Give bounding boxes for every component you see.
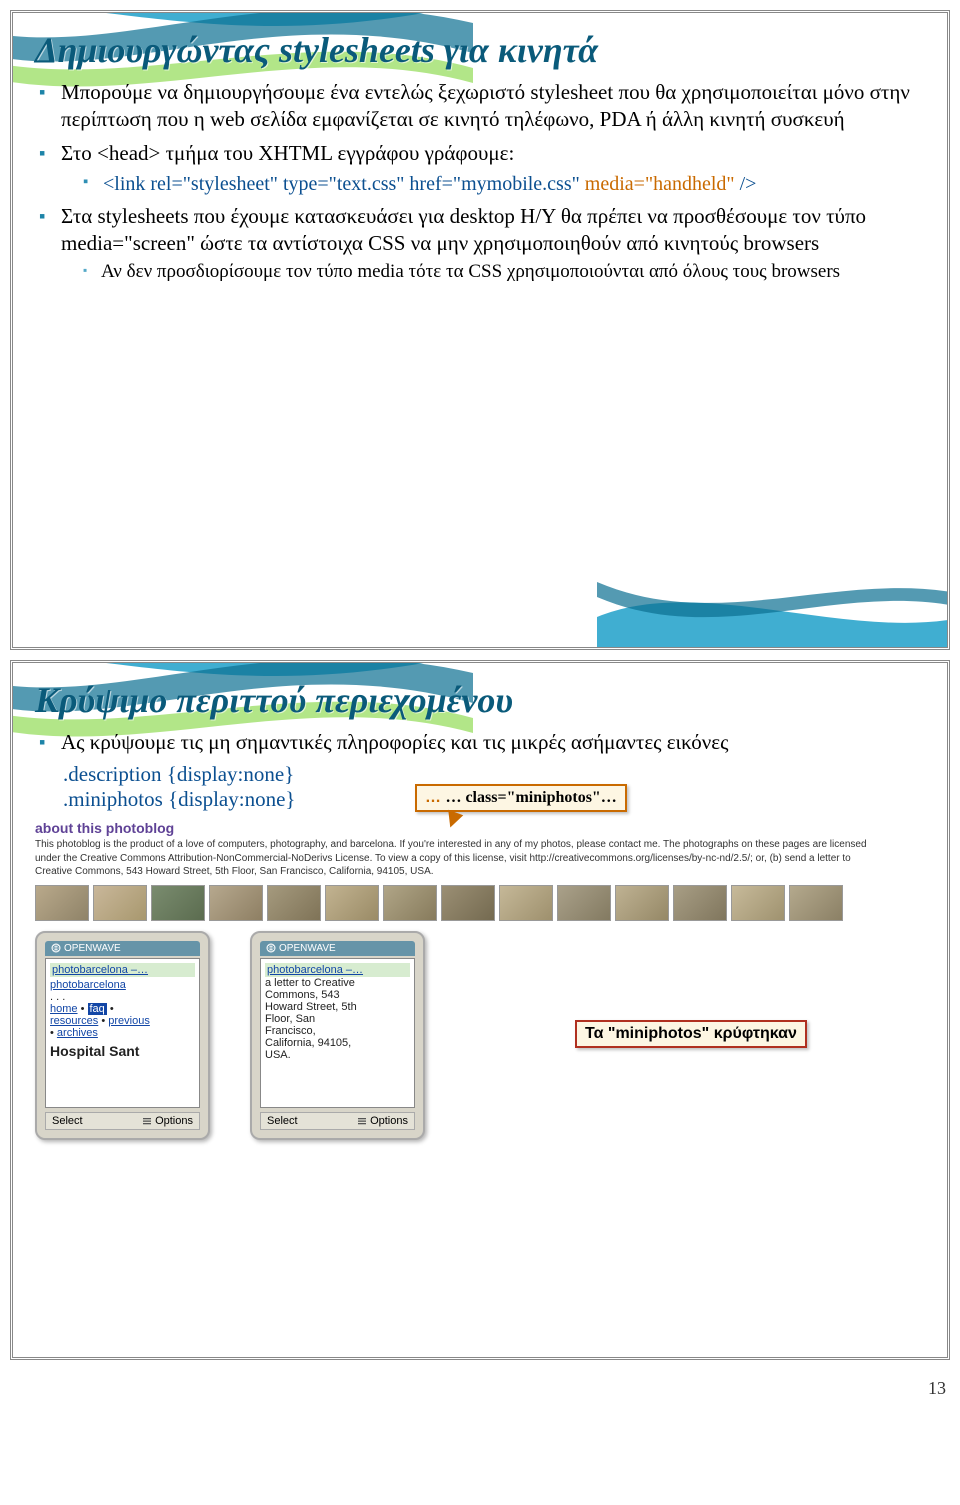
- screen-title: photobarcelona –…: [52, 964, 148, 976]
- thumbnail: [93, 885, 147, 921]
- menu-icon: [142, 1116, 152, 1126]
- screen-text: California, 94105,: [265, 1037, 410, 1049]
- thumbnail: [499, 885, 553, 921]
- phone-softkeys: Select Options: [260, 1112, 415, 1130]
- screen-title: photobarcelona –…: [267, 964, 363, 976]
- screen-text: a letter to Creative: [265, 977, 410, 989]
- bullet-text: Μπορούμε να δημιουργήσουμε ένα εντελώς ξ…: [61, 80, 910, 132]
- bullet: Μπορούμε να δημιουργήσουμε ένα εντελώς ξ…: [39, 79, 925, 134]
- nav-link: archives: [57, 1027, 98, 1039]
- callout-text: … class="miniphotos"…: [445, 789, 616, 806]
- screen-text: USA.: [265, 1049, 410, 1061]
- bullet-text: Στο <head> τμήμα του XHTML εγγράφου γράφ…: [61, 141, 514, 165]
- miniphotos-row: [35, 885, 925, 921]
- thumbnail: [209, 885, 263, 921]
- brand-label: OPENWAVE: [64, 943, 121, 954]
- code-highlight: media="handheld": [585, 173, 735, 195]
- slide-1: Δημιουργώντας stylesheets για κινητά Μπο…: [10, 10, 950, 650]
- callout-miniphotos-class: … … class="miniphotos"…: [415, 784, 627, 812]
- thumbnail: [383, 885, 437, 921]
- bullet: Ας κρύψουμε τις μη σημαντικές πληροφορίε…: [39, 729, 925, 757]
- about-header: about this photoblog: [35, 820, 925, 836]
- sub-bullet: <link rel="stylesheet" type="text.css" h…: [83, 171, 925, 197]
- code-line: />: [735, 173, 757, 195]
- screen-heading: Hospital Sant: [50, 1043, 195, 1059]
- slide-title: Κρύψιμο περιττού περιεχομένου: [35, 681, 925, 721]
- nav-link: home: [50, 1003, 78, 1015]
- screenshot-mock: about this photoblog This photoblog is t…: [35, 820, 925, 1140]
- screen-text: Howard Street, 5th: [265, 1001, 410, 1013]
- thumbnail: [325, 885, 379, 921]
- softkey-options: Options: [370, 1115, 408, 1127]
- screen-nav: home • faq • resources • previous • arch…: [50, 1003, 195, 1039]
- slide-title: Δημιουργώντας stylesheets για κινητά: [35, 31, 925, 71]
- screen-text: Commons, 543: [265, 989, 410, 1001]
- thumbnail: [673, 885, 727, 921]
- css-rule: .miniphotos {display:none}: [63, 787, 296, 812]
- bullet-text: Στα stylesheets που έχουμε κατασκευάσει …: [61, 204, 866, 256]
- phone-screen: photobarcelona –… a letter to Creative C…: [260, 958, 415, 1108]
- phone-softkeys: Select Options: [45, 1112, 200, 1130]
- bullet: Στο <head> τμήμα του XHTML εγγράφου γράφ…: [39, 140, 925, 197]
- sub-bullet: Αν δεν προσδιορίσουμε τον τύπο media τότ…: [83, 260, 925, 284]
- screen-link: photobarcelona: [50, 979, 195, 991]
- callout-hidden: Τα "miniphotos" κρύφτηκαν: [575, 1020, 807, 1048]
- globe-icon: [266, 943, 276, 953]
- phone-mock-2: OPENWAVE photobarcelona –… a letter to C…: [250, 931, 425, 1140]
- softkey-select: Select: [52, 1115, 83, 1127]
- nav-link-active: faq: [88, 1003, 107, 1015]
- bullet: Στα stylesheets που έχουμε κατασκευάσει …: [39, 203, 925, 285]
- screen-text: . . .: [50, 991, 195, 1003]
- thumbnail: [35, 885, 89, 921]
- wave-decoration-icon: [597, 557, 950, 650]
- thumbnail: [557, 885, 611, 921]
- page-number: 13: [0, 1370, 960, 1409]
- thumbnail: [731, 885, 785, 921]
- thumbnail: [151, 885, 205, 921]
- thumbnail: [615, 885, 669, 921]
- phone-screen: photobarcelona –… photobarcelona . . . h…: [45, 958, 200, 1108]
- screen-text: Floor, San: [265, 1013, 410, 1025]
- screen-text: Francisco,: [265, 1025, 410, 1037]
- menu-icon: [357, 1116, 367, 1126]
- thumbnail: [267, 885, 321, 921]
- nav-link: resources: [50, 1015, 98, 1027]
- about-text: This photoblog is the product of a love …: [35, 838, 875, 879]
- brand-label: OPENWAVE: [279, 943, 336, 954]
- callout-text: Τα "miniphotos" κρύφτηκαν: [585, 1025, 797, 1042]
- phone-mock-1: OPENWAVE photobarcelona –… photobarcelon…: [35, 931, 210, 1140]
- softkey-options: Options: [155, 1115, 193, 1127]
- bullet-text: Αν δεν προσδιορίσουμε τον τύπο media τότ…: [101, 261, 840, 282]
- slide-2: Κρύψιμο περιττού περιεχομένου Ας κρύψουμ…: [10, 660, 950, 1360]
- code-line: <link rel="stylesheet" type="text.css" h…: [103, 173, 580, 195]
- bullet-text: Ας κρύψουμε τις μη σημαντικές πληροφορίε…: [61, 730, 728, 754]
- thumbnail: [789, 885, 843, 921]
- nav-link: previous: [108, 1015, 150, 1027]
- thumbnail: [441, 885, 495, 921]
- phone-brand: OPENWAVE: [260, 941, 415, 956]
- globe-icon: [51, 943, 61, 953]
- softkey-select: Select: [267, 1115, 298, 1127]
- phone-brand: OPENWAVE: [45, 941, 200, 956]
